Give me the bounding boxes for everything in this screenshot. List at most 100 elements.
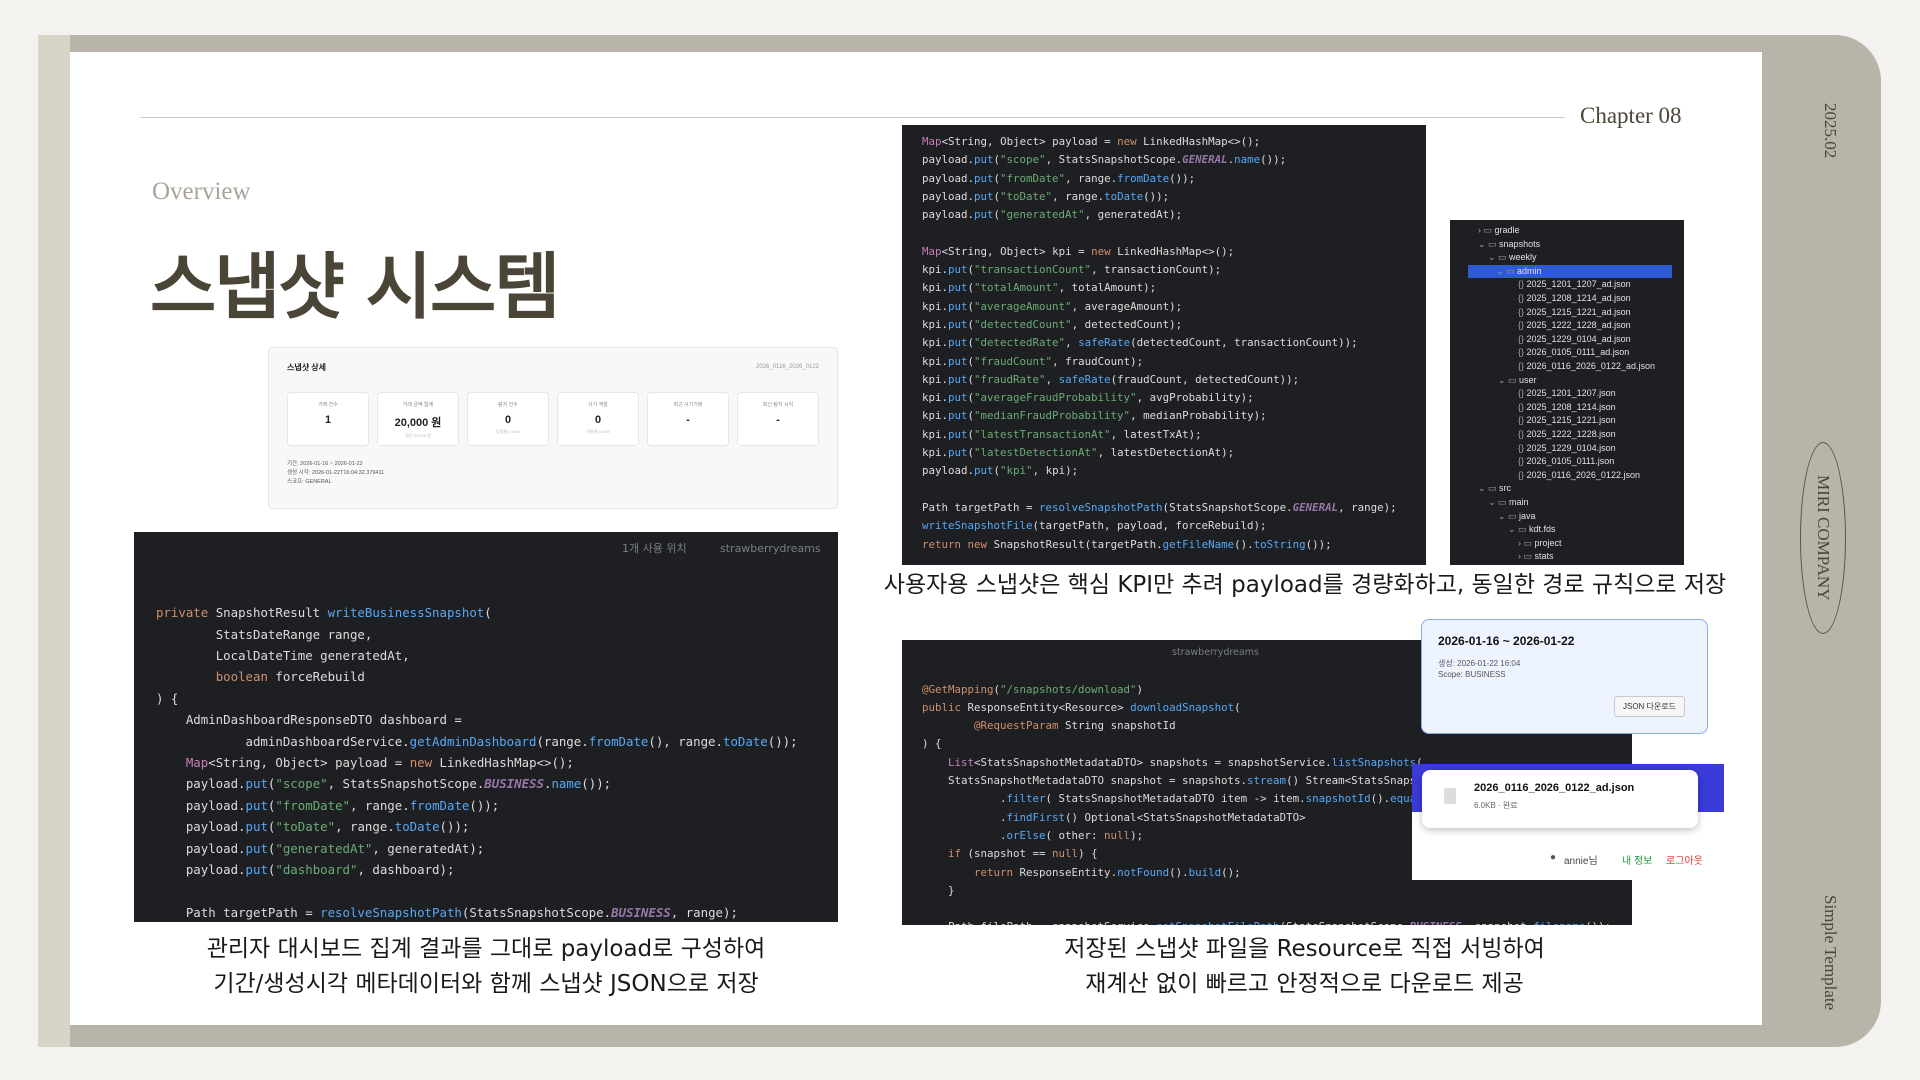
kpi-label: 거래 금액 합계 <box>402 402 434 408</box>
tree-file[interactable]: {} 2026_0116_2026_0122_ad.json <box>1450 360 1655 373</box>
my-info-link[interactable]: 내 정보 <box>1622 852 1652 867</box>
kpi-label: 최근 사기거래 <box>673 402 703 408</box>
folder-icon: ⌄ ▭ <box>1508 524 1530 535</box>
caption-admin-snapshot: 관리자 대시보드 집계 결과를 그대로 payload로 구성하여 기간/생성시… <box>134 932 838 1002</box>
code-line: Path filePath = snapshotService.getSnaps… <box>922 918 1632 925</box>
json-file-icon: {} <box>1518 333 1527 344</box>
code-line: boolean forceRebuild <box>215 669 365 685</box>
code-line: Map<String, Object> payload = new Linked… <box>185 755 574 771</box>
tree-file[interactable]: {} 2026_0105_0111.json <box>1450 455 1614 468</box>
snapshot-range: 2026-01-16 ~ 2026-01-22 <box>1438 634 1575 648</box>
tree-file[interactable]: {} 2025_1229_0104.json <box>1450 442 1616 455</box>
kpi-label: 사기 적발 <box>588 402 608 408</box>
folder-icon: ⌄ ▭ <box>1478 483 1500 494</box>
download-status: 6.0KB · 완료 <box>1474 801 1518 810</box>
tree-file[interactable]: {} 2025_1215_1221_ad.json <box>1450 306 1631 319</box>
code-line: kpi.put("medianFraudProbability", median… <box>922 409 1267 423</box>
tree-label: 2025_1208_1214.json <box>1526 401 1616 412</box>
kpi-value: 1 <box>324 414 332 426</box>
tree-file[interactable]: {} 2025_1222_1228.json <box>1450 428 1616 441</box>
tree-folder[interactable]: ⌄ ▭ snapshots <box>1450 238 1540 251</box>
dashboard-screenshot: 스냅샷 상세 2026_0116_2026_0122 거래 건수 1 거래 금액 … <box>268 347 838 509</box>
slide-frame-edge <box>38 35 70 1047</box>
tree-label: 2025_1215_1221.json <box>1526 415 1616 426</box>
code-line: payload.put("toDate", range.toDate()); <box>156 819 470 835</box>
code-line: kpi.put("totalAmount", totalAmount); <box>922 281 1157 295</box>
tree-folder[interactable]: ⌄ ▭ kdt.fds <box>1450 523 1556 536</box>
folder-icon: ⌄ ▭ <box>1478 238 1500 249</box>
logout-link[interactable]: 로그아웃 <box>1666 852 1703 867</box>
meta-generated: 생성 시각: 2026-01-22T16:04:32.379411 <box>287 470 385 476</box>
tree-file[interactable]: {} 2025_1201_1207.json <box>1450 387 1616 400</box>
code-line: StatsDateRange range, <box>215 626 373 642</box>
download-toast: 2026_0116_2026_0122_ad.json 6.0KB · 완료 <box>1422 770 1698 828</box>
tree-label: gradle <box>1494 225 1520 235</box>
json-file-icon: {} <box>1518 306 1527 317</box>
tree-label: 2025_1222_1228_ad.json <box>1526 320 1631 331</box>
json-file-icon: {} <box>1518 347 1527 358</box>
tree-label: java <box>1519 510 1536 521</box>
tree-file[interactable]: {} 2025_1229_0104_ad.json <box>1450 333 1631 346</box>
kpi-card: 탐지 건수 0 탐지율 0.00% <box>467 392 549 446</box>
caption-user-snapshot: 사용자용 스냅샷은 핵심 KPI만 추려 payload를 경량화하고, 동일한… <box>883 572 1727 598</box>
code-line: LocalDateTime generatedAt, <box>215 648 410 664</box>
tree-label: kdt.fds <box>1529 524 1556 535</box>
tree-label: admin <box>1517 265 1542 276</box>
snapshot-meta: 생성: 2026-01-22 16:04 Scope: BUSINESS <box>1438 658 1520 680</box>
code-line: writeSnapshotFile(targetPath, payload, f… <box>922 519 1267 533</box>
tree-folder[interactable]: ⌄ ▭ src <box>1450 482 1511 495</box>
tree-folder[interactable]: › ▭ project <box>1450 537 1562 550</box>
tree-folder[interactable]: ⌄ ▭ java <box>1450 510 1536 523</box>
code-line: AdminDashboardResponseDTO dashboard = <box>185 712 462 728</box>
tree-file[interactable]: {} 2025_1215_1221.json <box>1450 414 1616 427</box>
tree-file[interactable]: {} 2025_1208_1214_ad.json <box>1450 292 1631 305</box>
folder-icon: › ▭ <box>1518 551 1535 562</box>
json-download-button[interactable]: JSON 다운로드 <box>1614 696 1685 717</box>
tree-label: 2026_0105_0111.json <box>1526 456 1615 467</box>
tree-file[interactable]: {} 2025_1222_1228_ad.json <box>1450 319 1631 332</box>
kpi-card: 거래 금액 합계 20,000 원 평균 20,000 원 <box>377 392 459 446</box>
tree-file[interactable]: {} 2025_1201_1207_ad.json <box>1450 278 1631 291</box>
tree-folder[interactable]: ⌄ ▭ user <box>1450 374 1537 387</box>
tree-folder[interactable]: ⌄ ▭ admin <box>1468 264 1672 278</box>
snapshot-generated: 생성: 2026-01-22 16:04 <box>1438 659 1521 668</box>
snapshot-scope: Scope: BUSINESS <box>1438 670 1506 679</box>
tree-folder[interactable]: › ▭ stats <box>1450 550 1554 563</box>
tree-label: src <box>1499 483 1512 494</box>
kpi-value: - <box>776 414 780 426</box>
code-line: Path targetPath = resolveSnapshotPath(St… <box>185 904 738 920</box>
folder-icon: ⌄ ▭ <box>1488 497 1510 507</box>
folder-icon: › ▭ <box>1518 537 1535 548</box>
side-company-label: MIRI COMPANY <box>1814 475 1833 601</box>
tree-label: 2025_1222_1228.json <box>1526 429 1616 439</box>
json-file-icon: {} <box>1518 469 1527 480</box>
tree-file[interactable]: {} 2025_1208_1214.json <box>1450 401 1616 414</box>
code-line: payload.put("generatedAt", generatedAt); <box>156 840 485 856</box>
kpi-label: 최신 탐지 시각 <box>762 402 794 408</box>
tree-label: 2025_1229_0104_ad.json <box>1526 333 1631 344</box>
code-line: kpi.put("latestDetectionAt", latestDetec… <box>922 446 1235 460</box>
code-line: } <box>922 883 955 897</box>
tree-folder[interactable]: › ▭ gradle <box>1450 224 1520 237</box>
project-file-tree: › ▭ gradle ⌄ ▭ snapshots ⌄ ▭ weekly ⌄ ▭ adm… <box>1450 220 1684 565</box>
code-editor-business-snapshot: 1개 사용 위치 strawberrydreams private Snapsh… <box>134 532 838 922</box>
tree-file[interactable]: {} 2026_0105_0111_ad.json <box>1450 346 1629 359</box>
tree-file[interactable]: {} 2026_0116_2026_0122.json <box>1450 469 1640 482</box>
code-line: payload.put("fromDate", range.fromDate()… <box>922 171 1196 185</box>
header-divider <box>140 117 1565 118</box>
folder-icon: ⌄ ▭ <box>1498 510 1520 521</box>
tree-folder[interactable]: ⌄ ▭ weekly <box>1450 251 1537 264</box>
page-title: 스냅샷 시스템 <box>150 245 561 329</box>
code-line: kpi.put("fraudRate", safeRate(fraudCount… <box>922 372 1300 386</box>
code-line: payload.put("generatedAt", generatedAt); <box>922 208 1183 222</box>
tree-label: 2025_1229_0104.json <box>1526 442 1616 453</box>
side-company-badge: MIRI COMPANY <box>1800 442 1846 634</box>
side-template-label: Simple Template <box>1821 895 1840 1011</box>
tree-label: 2026_0116_2026_0122_ad.json <box>1526 361 1655 371</box>
tree-label: 2025_1201_1207.json <box>1526 388 1616 399</box>
tree-folder[interactable]: ⌄ ▭ main <box>1450 496 1529 509</box>
code-line: kpi.put("detectedRate", safeRate(detecte… <box>922 336 1358 350</box>
json-file-icon: {} <box>1518 415 1527 426</box>
meta-period: 기간: 2026-01-16 ~ 2026-01-22 <box>287 461 363 467</box>
